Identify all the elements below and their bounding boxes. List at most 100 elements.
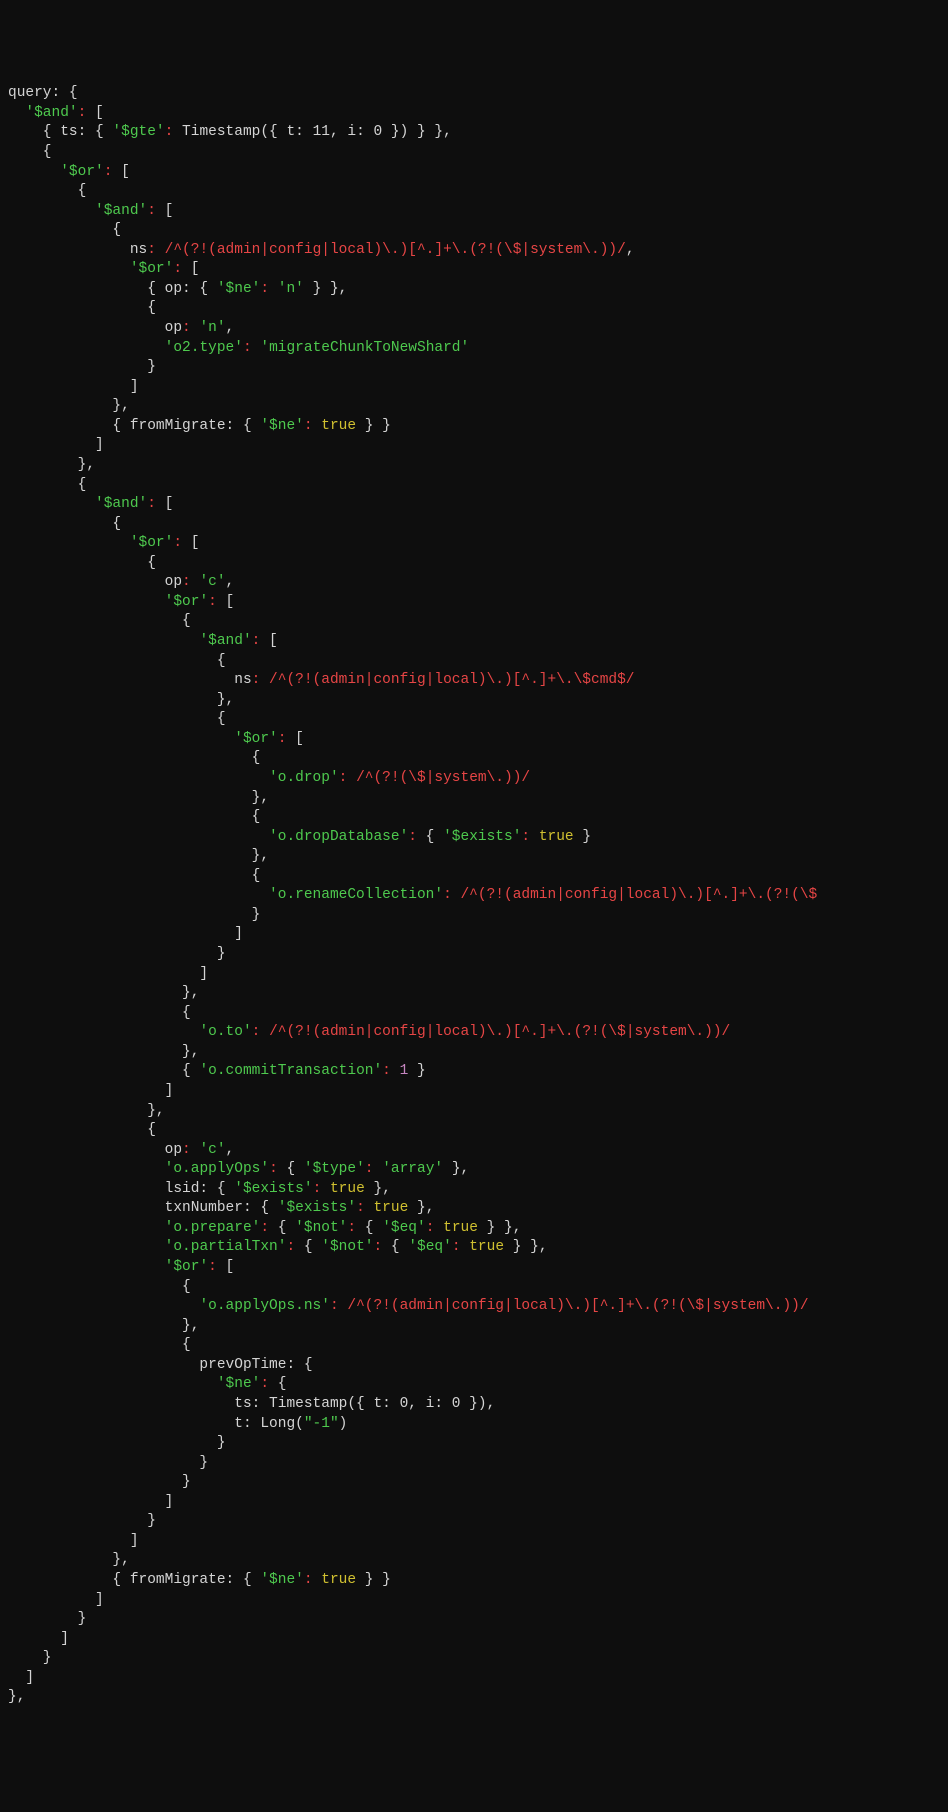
code-token: Timestamp({ t: 11, i: 0 }) } }, (173, 124, 451, 140)
code-token: '$or' (165, 594, 209, 610)
code-token (8, 1259, 165, 1275)
code-token: /^(?!(admin|config|local)\.)[^.]+\.(?!(\… (165, 242, 626, 258)
code-token (391, 1063, 400, 1079)
code-token: : (313, 1181, 322, 1197)
code-token: : (182, 1142, 191, 1158)
code-token: 'n' (199, 320, 225, 336)
code-token: }, (8, 398, 130, 414)
code-token: op (8, 1142, 182, 1158)
code-token: '$gte' (112, 124, 164, 140)
code-token: : (356, 1200, 365, 1216)
code-token: ts: Timestamp({ t: 0, i: 0 }), (8, 1396, 495, 1412)
code-token: }, (8, 1552, 130, 1568)
code-token: 'o2.type' (165, 340, 243, 356)
code-token: '$and' (199, 633, 251, 649)
code-block: query: { '$and': [ { ts: { '$gte': Times… (8, 84, 940, 1708)
code-token: } }, (304, 281, 348, 297)
code-token: }, (8, 1318, 199, 1334)
code-token: 'o.drop' (269, 770, 339, 786)
code-token: { (356, 1220, 382, 1236)
code-token: txnNumber: { (8, 1200, 278, 1216)
code-token: [ (260, 633, 277, 649)
code-token: '$or' (130, 261, 174, 277)
code-token: { fromMigrate: { (8, 1572, 260, 1588)
code-token: ] (8, 966, 208, 982)
code-token: { (8, 1337, 191, 1353)
code-token: ) (339, 1416, 348, 1432)
code-token: '$eq' (408, 1239, 452, 1255)
code-token: { ts: { (8, 124, 112, 140)
code-token: { (8, 300, 156, 316)
code-token: { fromMigrate: { (8, 418, 260, 434)
code-token: '$and' (95, 203, 147, 219)
code-token: 'n' (278, 281, 304, 297)
code-token: }, (365, 1181, 391, 1197)
code-token: : (330, 1298, 339, 1314)
code-token: '$not' (295, 1220, 347, 1236)
code-token (8, 535, 130, 551)
code-token: ] (8, 1083, 173, 1099)
code-token: { (278, 1161, 304, 1177)
code-token: } (574, 829, 591, 845)
code-token: true (321, 418, 356, 434)
code-token (8, 261, 130, 277)
code-token: ] (8, 1533, 139, 1549)
code-token: { (8, 1279, 191, 1295)
code-token: '$and' (95, 496, 147, 512)
code-token: [ (112, 164, 129, 180)
code-token: '$ne' (260, 1572, 304, 1588)
code-token (8, 594, 165, 610)
code-token: '$type' (304, 1161, 365, 1177)
code-token: : (269, 1161, 278, 1177)
code-token: } (8, 946, 226, 962)
code-token: { (8, 516, 121, 532)
code-token: { (8, 555, 156, 571)
code-token: , (226, 574, 235, 590)
code-token: [ (156, 496, 173, 512)
code-token: ] (8, 1631, 69, 1647)
code-token: '$eq' (382, 1220, 426, 1236)
code-token: : (365, 1161, 374, 1177)
code-token: 'o.prepare' (165, 1220, 261, 1236)
code-token: [ (217, 594, 234, 610)
code-token: }, (8, 985, 199, 1001)
code-token: , (226, 1142, 235, 1158)
code-token: 'o.applyOps.ns' (199, 1298, 330, 1314)
code-token: : (147, 242, 156, 258)
code-token: t: Long( (8, 1416, 304, 1432)
code-token: '$or' (234, 731, 278, 747)
code-token: { (269, 1220, 295, 1236)
code-token: } } (356, 1572, 391, 1588)
code-token: { (8, 183, 86, 199)
code-token: /^(?!(admin|config|local)\.)[^.]+\.\$cmd… (269, 672, 634, 688)
code-token: } (8, 907, 260, 923)
code-token: { (8, 750, 260, 766)
code-token: , (226, 320, 235, 336)
code-token: { (8, 711, 226, 727)
code-token: : (208, 1259, 217, 1275)
code-token: '$exists' (278, 1200, 356, 1216)
code-token: 1 (400, 1063, 409, 1079)
code-token: } (8, 1435, 226, 1451)
code-token: [ (182, 261, 199, 277)
code-token (347, 770, 356, 786)
code-token: : (304, 418, 313, 434)
code-token (8, 496, 95, 512)
code-token (313, 418, 322, 434)
code-token: }, (8, 457, 95, 473)
code-token: '$ne' (217, 1376, 261, 1392)
code-token: '$or' (130, 535, 174, 551)
code-token (269, 281, 278, 297)
code-token: '$and' (25, 105, 77, 121)
code-token: { (382, 1239, 408, 1255)
code-token: [ (182, 535, 199, 551)
code-token (8, 887, 269, 903)
code-token: '$exists' (234, 1181, 312, 1197)
code-token: 'o.commitTransaction' (199, 1063, 382, 1079)
code-token: : (408, 829, 417, 845)
code-token: }, (443, 1161, 469, 1177)
code-token: { (8, 477, 86, 493)
code-token: ns (8, 672, 252, 688)
code-token: op (8, 574, 182, 590)
code-token (8, 633, 199, 649)
